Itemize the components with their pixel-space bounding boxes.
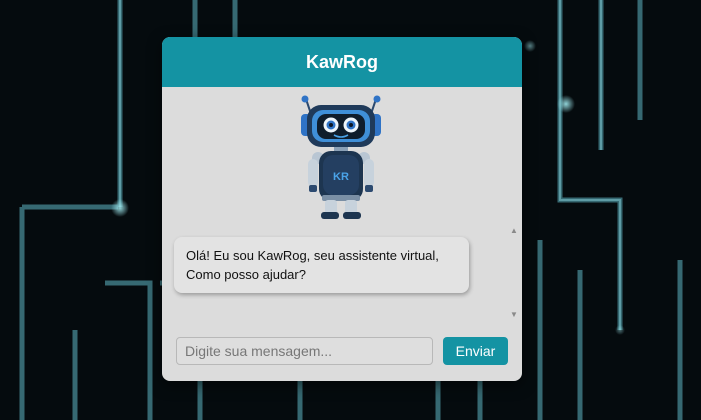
- robot-chest-logo: KR: [333, 171, 349, 183]
- message-list[interactable]: Olá! Eu sou KawRog, seu assistente virtu…: [162, 223, 522, 321]
- message-scrollbar[interactable]: ▲ ▼: [508, 223, 520, 321]
- chat-header: KawRog: [162, 37, 522, 87]
- bot-message: Olá! Eu sou KawRog, seu assistente virtu…: [174, 237, 469, 293]
- bot-message-text: Olá! Eu sou KawRog, seu assistente virtu…: [186, 248, 439, 282]
- message-input[interactable]: [176, 337, 433, 365]
- input-area: Enviar: [176, 337, 508, 365]
- chat-title: KawRog: [306, 51, 378, 72]
- robot-avatar: KR: [298, 95, 384, 221]
- scroll-up-arrow-icon[interactable]: ▲: [508, 224, 520, 236]
- send-button[interactable]: Enviar: [443, 337, 508, 365]
- chat-window: KawRog KR Olá! Eu sou KawRog, seu assist…: [162, 37, 522, 381]
- scroll-down-arrow-icon[interactable]: ▼: [508, 308, 520, 320]
